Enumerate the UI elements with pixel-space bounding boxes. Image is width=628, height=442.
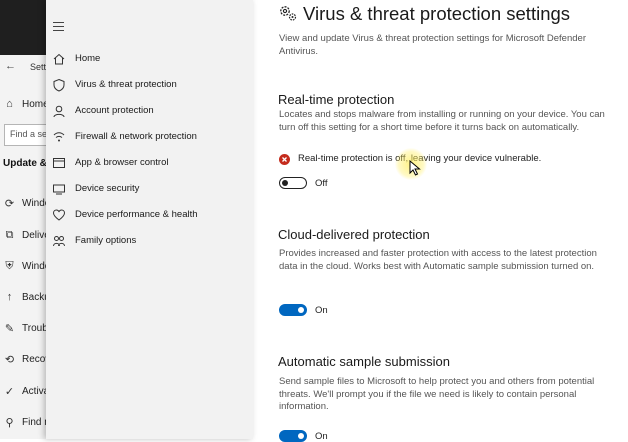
recovery-icon: ⟲	[4, 354, 15, 366]
sample-description: Send sample files to Microsoft to help p…	[279, 376, 595, 412]
sample-toggle[interactable]	[279, 430, 307, 442]
realtime-description: Locates and stops malware from installin…	[279, 109, 605, 133]
wifi-icon	[53, 132, 65, 142]
cloud-description: Provides increased and faster protection…	[279, 248, 597, 272]
bg-nav-item-troubleshoot[interactable]: ✎ Troubleshoot	[0, 319, 48, 341]
sync-icon: ⟳	[4, 198, 15, 210]
hamburger-menu-icon[interactable]	[53, 22, 64, 34]
mouse-cursor-icon	[409, 160, 421, 176]
app-browser-icon	[53, 158, 65, 168]
wrench-icon: ✎	[4, 323, 15, 335]
sample-toggle-label: On	[315, 431, 328, 442]
sidebar-item-virus-threat[interactable]: Virus & threat protection	[46, 74, 253, 98]
backup-icon: ↑	[6, 291, 13, 303]
shield-icon: ⛨	[5, 260, 14, 272]
page-description: View and update Virus & threat protectio…	[279, 33, 586, 57]
bg-nav-item-backup[interactable]: ↑ Backup	[0, 288, 48, 310]
find-device-icon: ⚲	[5, 417, 14, 429]
background-settings-window: ← Setti ⌂ Home Find a setting Update & S…	[0, 0, 48, 439]
person-icon	[53, 105, 65, 118]
delivery-icon: ⧉	[5, 229, 14, 241]
page-title: Virus & threat protection settings	[303, 3, 571, 24]
toggle-knob	[298, 432, 304, 439]
find-setting-input[interactable]: Find a setting	[4, 124, 48, 146]
sidebar-item-account[interactable]: Account protection	[46, 100, 253, 124]
gear-icon	[280, 6, 297, 21]
cloud-heading: Cloud-delivered protection	[278, 227, 430, 242]
bg-nav-item-windows-security[interactable]: ⛨ Windows Security	[0, 257, 48, 279]
settings-content: Virus & threat protection settings View …	[253, 0, 628, 442]
sidebar-item-firewall[interactable]: Firewall & network protection	[46, 126, 253, 150]
bg-nav-item-activation[interactable]: ✓ Activation	[0, 382, 48, 404]
realtime-heading: Real-time protection	[278, 92, 395, 107]
sidebar-item-family[interactable]: Family options	[46, 230, 253, 254]
home-icon	[53, 53, 65, 65]
bg-nav-item-delivery[interactable]: ⧉ Delivery Optimization	[0, 226, 48, 248]
bg-nav-item-find-device[interactable]: ⚲ Find my device	[0, 413, 48, 435]
bg-nav-item-recovery[interactable]: ⟲ Recovery	[0, 350, 48, 372]
family-icon	[53, 236, 65, 247]
realtime-toggle-label: Off	[315, 178, 328, 189]
section-title: Update & Security	[3, 158, 48, 169]
shield-icon	[53, 78, 65, 92]
window-titlebar	[0, 0, 48, 55]
bg-nav-item-home[interactable]: ⌂ Home	[0, 95, 48, 117]
sidebar-item-device-health[interactable]: Device performance & health	[46, 204, 253, 228]
activation-icon: ✓	[4, 386, 15, 398]
security-sidebar: Home Virus & threat protection Account p…	[46, 0, 253, 439]
toggle-knob	[282, 179, 288, 186]
cloud-toggle-label: On	[315, 305, 328, 316]
sidebar-item-home[interactable]: Home	[46, 48, 253, 72]
back-arrow-icon[interactable]: ←	[5, 60, 16, 72]
device-security-icon	[53, 184, 65, 195]
sidebar-item-device-security[interactable]: Device security	[46, 178, 253, 202]
realtime-toggle[interactable]	[279, 177, 307, 189]
sample-heading: Automatic sample submission	[278, 354, 450, 369]
toggle-knob	[298, 306, 304, 313]
sidebar-item-app-browser[interactable]: App & browser control	[46, 152, 253, 176]
bg-nav-item-windows-update[interactable]: ⟳ Windows Update	[0, 194, 48, 216]
cloud-toggle[interactable]	[279, 304, 307, 316]
error-icon	[279, 154, 290, 165]
heart-icon	[52, 209, 66, 221]
home-icon: ⌂	[6, 98, 13, 110]
